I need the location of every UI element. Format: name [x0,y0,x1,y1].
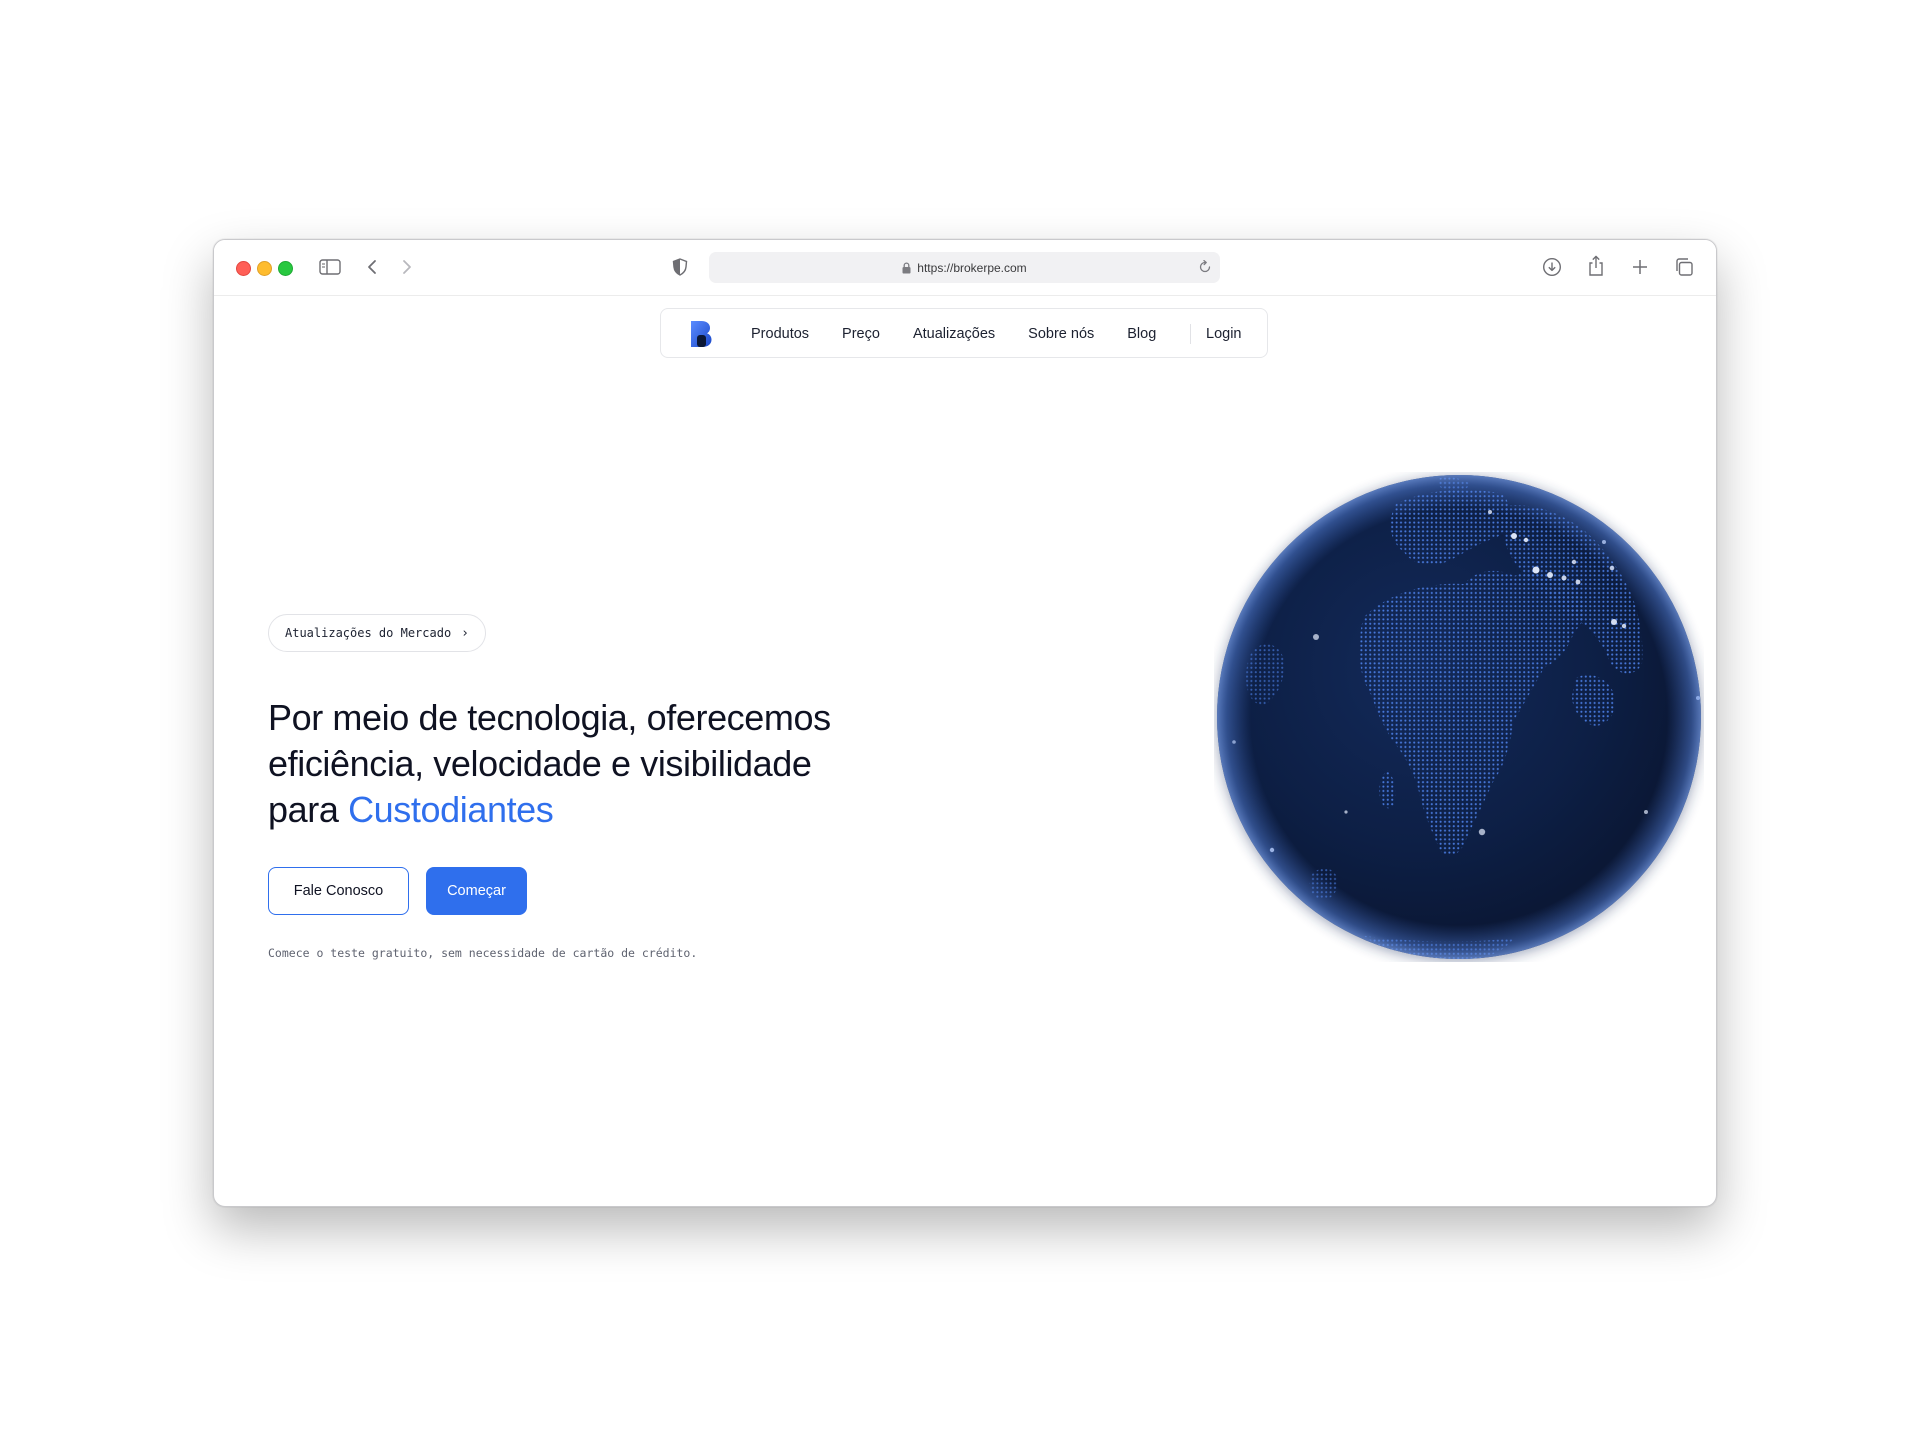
address-bar-url: https://brokerpe.com [917,260,1027,275]
free-trial-note: Comece o teste gratuito, sem necessidade… [268,946,698,960]
hero-headline-accent: Custodiantes [348,789,554,830]
nav-link-produtos[interactable]: Produtos [751,326,809,342]
sidebar-toggle-icon[interactable] [319,257,341,277]
reload-icon[interactable] [1198,259,1212,277]
forward-chevron-icon[interactable] [400,257,414,277]
hero-headline: Por meio de tecnologia, oferecemos efici… [268,695,888,833]
back-chevron-icon[interactable] [365,257,379,277]
nav-link-atualizacoes[interactable]: Atualizações [913,326,995,342]
contact-us-button[interactable]: Fale Conosco [268,867,409,915]
browser-toolbar: https://brokerpe.com [214,240,1716,296]
nav-link-preco[interactable]: Preço [842,326,880,342]
new-tab-plus-icon[interactable] [1629,256,1651,278]
market-updates-pill[interactable]: Atualizações do Mercado › [268,614,486,652]
privacy-shield-icon[interactable] [671,257,689,277]
lock-icon [902,261,911,274]
brand-b-logo-icon[interactable] [689,320,713,353]
tab-overview-icon[interactable] [1673,256,1695,278]
dotted-earth-globe-icon [1217,475,1701,961]
minimize-window-button[interactable] [257,261,272,276]
download-icon[interactable] [1541,256,1563,278]
nav-links: Produtos Preço Atualizações Sobre nós Bl… [751,309,1189,359]
nav-login-link[interactable]: Login [1206,309,1241,359]
chevron-right-icon: › [461,625,469,641]
site-navbar: Produtos Preço Atualizações Sobre nós Bl… [660,308,1268,358]
nav-link-blog[interactable]: Blog [1127,326,1156,342]
market-updates-label: Atualizações do Mercado [285,626,452,640]
address-bar[interactable]: https://brokerpe.com [709,252,1220,283]
browser-window: https://brokerpe.com Produtos Preço Atua… [213,239,1717,1207]
zoom-window-button[interactable] [278,261,293,276]
nav-link-sobre-nos[interactable]: Sobre nós [1028,326,1094,342]
close-window-button[interactable] [236,261,251,276]
nav-divider [1190,324,1191,344]
get-started-button[interactable]: Começar [426,867,527,915]
share-icon[interactable] [1585,254,1607,278]
